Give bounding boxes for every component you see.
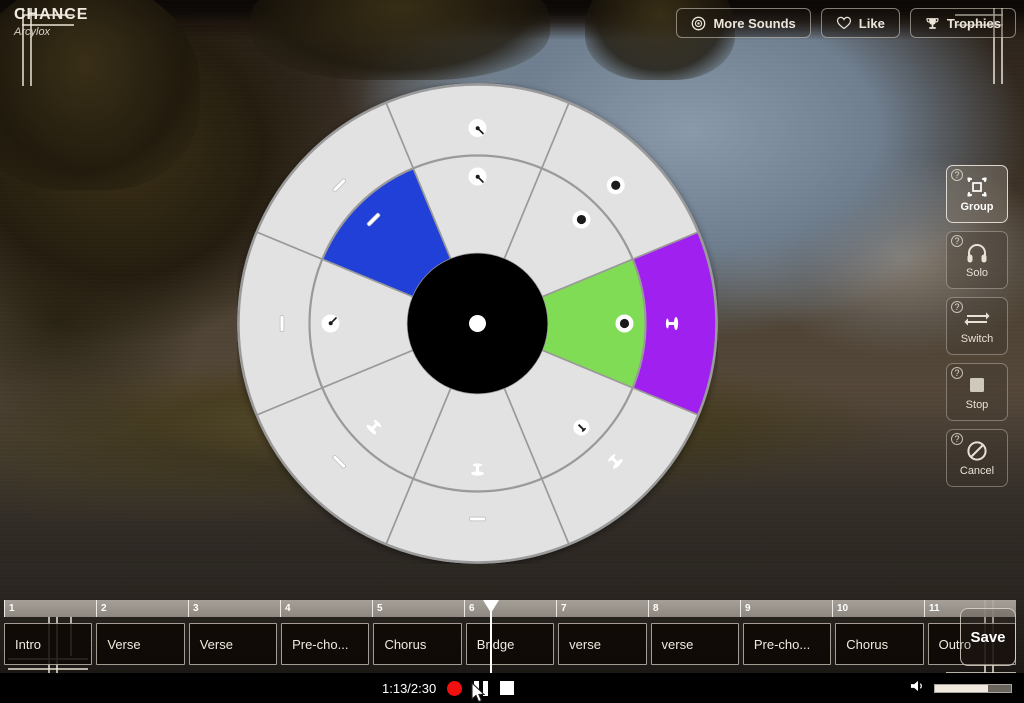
outer-segment-icon-0[interactable] xyxy=(468,119,487,137)
timeline-segment-1[interactable]: Verse xyxy=(96,623,185,665)
performance-wheel[interactable] xyxy=(237,83,718,564)
app-header: CHANCE Arcylox More Sounds Like Trophies xyxy=(0,0,1024,46)
timeline-segment-5[interactable]: Bridge xyxy=(465,623,555,665)
stop-button[interactable] xyxy=(500,681,514,695)
tool-label-stop: Stop xyxy=(965,399,989,411)
tool-label-switch: Switch xyxy=(960,333,994,345)
heart-icon xyxy=(836,16,852,30)
trophies-button[interactable]: Trophies xyxy=(909,8,1016,38)
tool-button-cancel[interactable]: ? Cancel xyxy=(946,429,1008,487)
artist-name: Arcylox xyxy=(14,26,51,38)
time-code: 1:13/2:30 xyxy=(382,680,437,696)
tool-button-group[interactable]: ? Group xyxy=(946,165,1008,223)
tool-button-stop[interactable]: ? Stop xyxy=(946,363,1008,421)
trophies-label: Trophies xyxy=(946,15,1001,31)
tool-label-cancel: Cancel xyxy=(959,465,995,477)
disc-icon xyxy=(691,16,706,31)
headphones-icon xyxy=(965,241,989,265)
ruler-tick-4[interactable]: 4 xyxy=(280,600,372,617)
ruler-tick-3[interactable]: 3 xyxy=(188,600,280,617)
timeline-segment-row[interactable]: Intro Verse Verse Pre-cho... Chorus Bridge ver… xyxy=(4,623,1016,665)
wheel-hub-dot[interactable] xyxy=(469,315,486,332)
timeline-segment-3[interactable]: Pre-cho... xyxy=(281,623,370,665)
help-icon-cancel[interactable]: ? xyxy=(951,433,963,445)
more-sounds-label: More Sounds xyxy=(713,15,796,31)
ruler-tick-7[interactable]: 7 xyxy=(556,600,648,617)
timeline-segment-0[interactable]: Intro xyxy=(4,623,93,665)
more-sounds-button[interactable]: More Sounds xyxy=(676,8,811,38)
help-icon-group[interactable]: ? xyxy=(951,169,963,181)
help-icon-stop[interactable]: ? xyxy=(951,367,963,379)
help-icon-switch[interactable]: ? xyxy=(951,301,963,313)
tool-button-solo[interactable]: ? Solo xyxy=(946,231,1008,289)
ruler-tick-6[interactable]: 6 xyxy=(464,600,556,617)
speaker-icon xyxy=(910,679,925,698)
timeline-segment-4[interactable]: Chorus xyxy=(373,623,462,665)
inner-segment-icon-6[interactable] xyxy=(321,314,340,333)
like-button[interactable]: Like xyxy=(820,8,900,38)
inner-segment-icon-0[interactable] xyxy=(468,167,487,186)
transport-bar: 1:13/2:30 xyxy=(0,673,1024,703)
ruler-tick-2[interactable]: 2 xyxy=(96,600,188,617)
swap-arrows-icon xyxy=(964,307,990,331)
tool-rail: ? Group ? Solo ? Switch ? Stop ? Cancel xyxy=(946,165,1008,487)
song-title: CHANCE xyxy=(14,6,89,23)
volume-slider[interactable] xyxy=(934,683,1012,693)
outer-segment-icon-4[interactable] xyxy=(469,516,486,522)
title-block: CHANCE Arcylox xyxy=(14,6,88,39)
timeline-segment-2[interactable]: Verse xyxy=(188,623,278,665)
header-button-group: More Sounds Like Trophies xyxy=(676,8,1016,38)
save-button[interactable]: Save xyxy=(960,608,1016,666)
timeline-ruler[interactable]: 1 2 3 4 5 6 7 8 9 10 11 xyxy=(4,600,1016,617)
ruler-tick-10[interactable]: 10 xyxy=(832,600,924,617)
help-icon-solo[interactable]: ? xyxy=(951,235,963,247)
tool-button-switch[interactable]: ? Switch xyxy=(946,297,1008,355)
tool-label-group: Group xyxy=(960,201,994,213)
application-root: CHANCE Arcylox More Sounds Like Trophies… xyxy=(0,0,1024,703)
timeline-segment-7[interactable]: verse xyxy=(650,623,739,665)
inner-segment-icon-2[interactable] xyxy=(615,314,634,333)
transport-controls xyxy=(447,680,514,696)
timeline-segment-8[interactable]: Pre-cho... xyxy=(742,623,832,665)
no-entry-icon xyxy=(965,439,989,463)
group-select-icon xyxy=(965,175,989,199)
pause-button[interactable] xyxy=(474,680,488,696)
ruler-tick-8[interactable]: 8 xyxy=(648,600,740,617)
wheel-svg xyxy=(237,83,718,564)
tool-label-solo: Solo xyxy=(965,267,989,279)
record-button[interactable] xyxy=(447,680,462,696)
stop-square-icon xyxy=(965,373,989,397)
volume-control[interactable] xyxy=(910,679,1012,698)
ruler-tick-1[interactable]: 1 xyxy=(4,600,96,617)
like-label: Like xyxy=(858,15,885,31)
ruler-tick-9[interactable]: 9 xyxy=(740,600,832,617)
trophy-icon xyxy=(925,16,940,31)
outer-segment-icon-6[interactable] xyxy=(279,315,285,332)
volume-fill xyxy=(935,684,989,692)
timeline-segment-6[interactable]: verse xyxy=(558,623,647,665)
arrangement-timeline: 1 2 3 4 5 6 7 8 9 10 11 Intro Verse Verse Pre-cho... C… xyxy=(0,600,1024,700)
ruler-tick-5[interactable]: 5 xyxy=(372,600,464,617)
timeline-segment-9[interactable]: Chorus xyxy=(835,623,924,665)
